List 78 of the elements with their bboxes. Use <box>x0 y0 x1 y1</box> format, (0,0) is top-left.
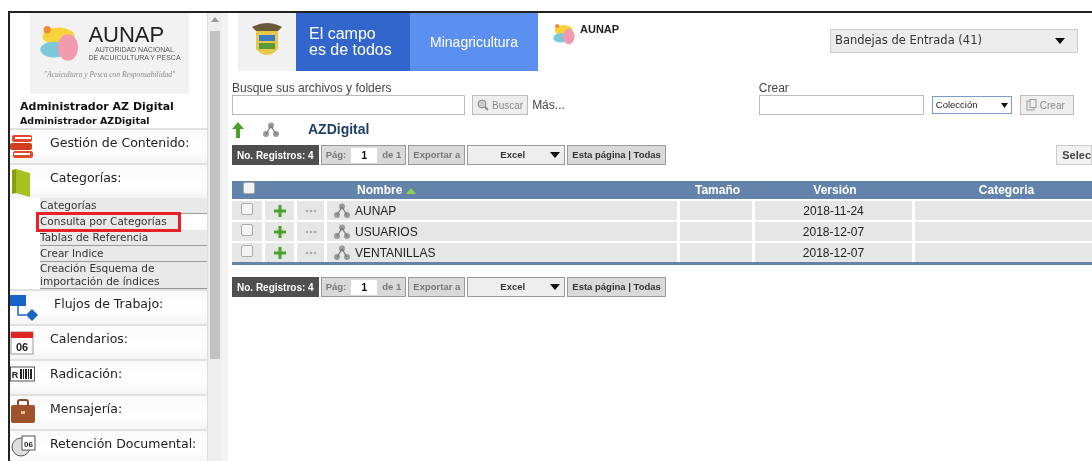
network-icon <box>333 244 351 261</box>
books-icon <box>10 132 36 160</box>
submenu-item[interactable]: Creación Esquema de importación de índices <box>40 262 207 289</box>
column-header[interactable]: Nombre <box>327 181 680 199</box>
export-label: Exportar a <box>408 145 466 165</box>
scrollbar-thumb[interactable] <box>210 31 220 359</box>
submenu-item[interactable]: Crear Indice <box>40 246 207 262</box>
more-link[interactable]: Más... <box>532 96 565 114</box>
user-role: Administrador AZDigital <box>19 114 151 128</box>
caret-icon <box>550 284 561 290</box>
new-document-icon <box>1024 99 1037 111</box>
more-icon[interactable] <box>304 209 317 214</box>
folder-title: AZDigital <box>308 120 370 139</box>
page-label: Pág: <box>325 147 347 162</box>
slogan: El campo es de todos <box>296 13 410 71</box>
caret-icon <box>550 152 561 158</box>
column-header[interactable]: Categoria <box>915 181 1092 199</box>
caret-icon <box>1055 38 1065 44</box>
format-dropdown[interactable]: Excel <box>467 277 566 297</box>
checkbox[interactable] <box>242 182 255 194</box>
table-cell[interactable]: USUARIOS <box>355 222 418 241</box>
briefcase-icon <box>10 398 36 424</box>
format-dropdown[interactable]: Excel <box>467 145 566 165</box>
select-button[interactable]: Selec <box>1056 145 1092 165</box>
table-cell: 2018-12-07 <box>755 241 915 262</box>
search-field[interactable] <box>232 95 465 115</box>
search-icon <box>477 99 489 111</box>
page-total: de 1 <box>382 279 402 294</box>
type-dropdown[interactable]: Colección <box>931 96 1012 114</box>
calendar-icon: 06 <box>10 328 36 356</box>
table-cell: 2018-11-24 <box>755 199 915 220</box>
table-cell: 2018-12-07 <box>755 220 915 241</box>
menu-section[interactable]: 06 Retención Documental: <box>10 429 207 461</box>
checkbox[interactable] <box>241 202 253 215</box>
record-count: No. Registros: 4 <box>232 145 319 165</box>
export-label: Exportar a <box>408 277 466 297</box>
workflow-icon <box>10 293 40 321</box>
network-icon <box>333 202 351 219</box>
menu-section[interactable]: Gestión de Contenido: <box>10 128 207 163</box>
menu-section[interactable]: Flujos de Trabajo: <box>10 289 207 324</box>
menu-section[interactable]: Mensajería: <box>10 394 207 429</box>
logo-name: AUNAP <box>580 22 620 37</box>
logo-name: AUNAP <box>88 24 166 46</box>
export-scope[interactable]: Esta página | Todas <box>567 277 666 297</box>
menu-section[interactable]: R Radicación: <box>10 359 207 394</box>
checkbox[interactable] <box>241 223 253 236</box>
scroll-up-icon[interactable] <box>211 17 219 22</box>
plus-icon[interactable] <box>273 226 286 239</box>
page-total: de 1 <box>382 147 402 162</box>
more-icon[interactable] <box>304 251 317 256</box>
search-label: Busque sus archivos y folders <box>232 81 393 95</box>
column-header[interactable]: Tamaño <box>680 181 755 199</box>
menu-section[interactable]: Categorías: <box>10 163 207 198</box>
create-label: Crear <box>758 81 790 95</box>
sort-icon <box>406 187 417 194</box>
page-field[interactable]: 1 <box>351 147 378 163</box>
fish-logo-icon <box>552 21 578 47</box>
network-icon <box>333 223 351 240</box>
page-label: Pág: <box>325 279 347 294</box>
user-name: Administrador AZ Digital <box>19 100 175 114</box>
page-field[interactable]: 1 <box>351 279 378 295</box>
menu-section[interactable]: 06 Calendarios: <box>10 324 207 359</box>
submenu-item[interactable]: Consulta por Categorías <box>38 214 179 230</box>
create-field[interactable] <box>758 95 924 115</box>
plus-icon[interactable] <box>273 205 286 218</box>
record-count: No. Registros: 4 <box>232 277 319 297</box>
plus-icon[interactable] <box>273 247 286 260</box>
more-icon[interactable] <box>304 230 317 235</box>
column-header[interactable]: Versión <box>755 181 915 199</box>
up-arrow-icon[interactable] <box>232 121 244 138</box>
table-cell[interactable]: AUNAP <box>355 201 397 220</box>
ministry-name: Minagricultura <box>410 13 538 71</box>
network-icon[interactable] <box>262 121 280 138</box>
checkbox[interactable] <box>241 244 253 257</box>
inbox-dropdown[interactable]: Bandejas de Entrada (41) <box>830 29 1078 53</box>
caret-icon <box>1000 102 1008 108</box>
export-scope[interactable]: Esta página | Todas <box>567 145 666 165</box>
barcode-icon: R <box>10 363 36 383</box>
